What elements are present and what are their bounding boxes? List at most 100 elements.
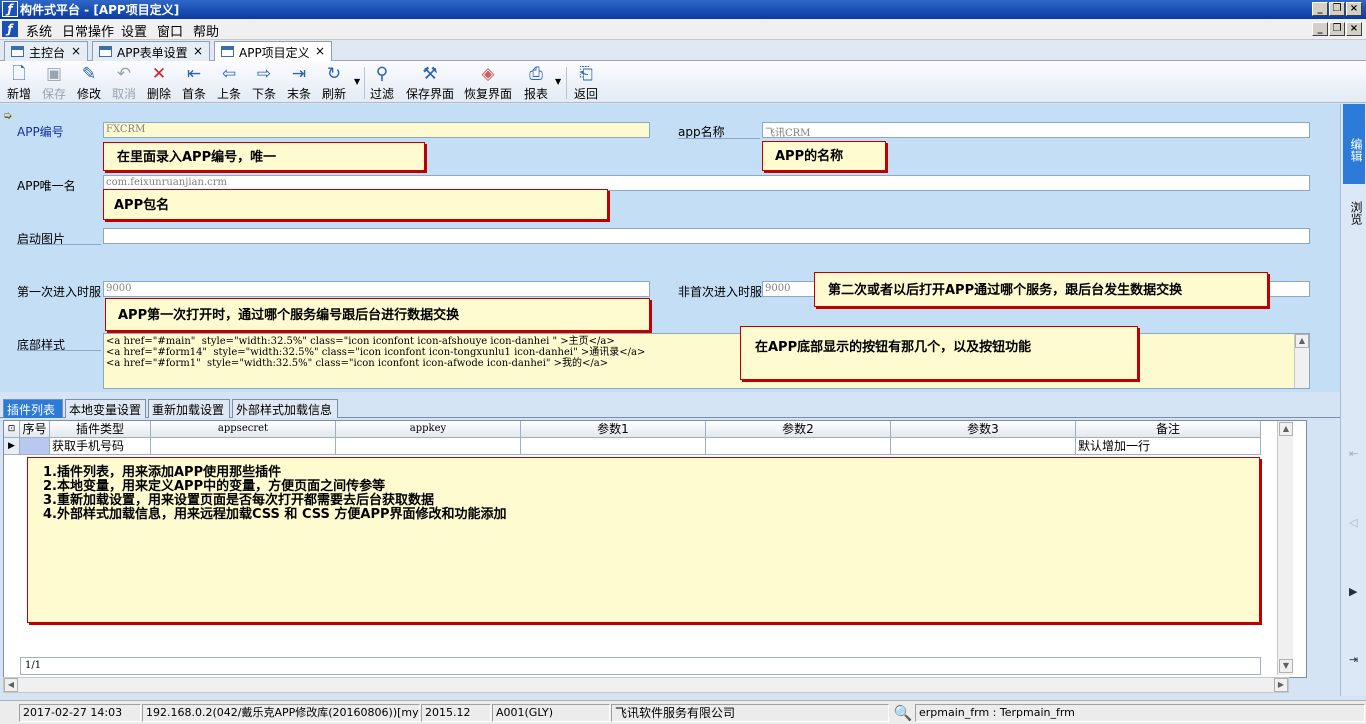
child-close-button[interactable]: × bbox=[1346, 22, 1362, 36]
refresh-icon: ↻ bbox=[326, 64, 342, 84]
scroll-left-icon[interactable]: ◀ bbox=[4, 678, 18, 692]
status-datetime: 2017-02-27 14:03 bbox=[19, 704, 141, 722]
textarea-scrollbar[interactable]: ▲ bbox=[1294, 334, 1309, 388]
first-page-icon[interactable]: ⇤ bbox=[1349, 447, 1358, 460]
status-form-name: erpmain_frm : Terpmain_frm bbox=[915, 704, 1365, 722]
save-layout-label: 保存界面 bbox=[406, 87, 455, 101]
tab-close-icon[interactable]: × bbox=[71, 44, 81, 58]
window-icon bbox=[221, 46, 234, 57]
edit-pencil-icon: ✎ bbox=[81, 64, 97, 84]
column-header[interactable]: appkey bbox=[336, 421, 521, 438]
magnifier-icon[interactable]: 🔍 bbox=[892, 704, 914, 723]
label-underline bbox=[17, 350, 101, 351]
toolbar: 🗋 新增 ▣ 保存 ✎ 修改 ↶ 取消 ✕ 删除 ⇤ 首条 ⇦ 上条 ⇨ 下条 ⇥ 末条 ↻ 刷新 … bbox=[0, 61, 1366, 103]
tab-reload-settings[interactable]: 重新加载设置 bbox=[148, 399, 230, 418]
callout-app-package: APP包名 bbox=[103, 189, 608, 220]
column-header[interactable]: appsecret bbox=[151, 421, 336, 438]
scroll-right-icon[interactable]: ▶ bbox=[1274, 678, 1288, 692]
label-underline bbox=[17, 244, 101, 245]
grid-cell[interactable]: 默认增加一行 bbox=[1076, 438, 1261, 455]
grid-cell[interactable]: 获取手机号码 bbox=[50, 438, 151, 455]
child-minimize-button[interactable]: _ bbox=[1312, 22, 1328, 36]
next-page-icon[interactable]: ▶ bbox=[1349, 585, 1357, 598]
callout-grid-tabs: 1.插件列表，用来添加APP使用那些插件 2.本地变量，用来定义APP中的变量，… bbox=[27, 457, 1260, 623]
column-header[interactable]: 参数1 bbox=[521, 421, 706, 438]
app-menu-icon[interactable]: ƒ bbox=[2, 21, 18, 37]
grid-pager: 1/1 bbox=[20, 657, 1261, 675]
tab-close-icon[interactable]: × bbox=[193, 44, 203, 58]
scroll-down-icon[interactable]: ▼ bbox=[1279, 659, 1293, 673]
status-server: 192.168.0.2(042/戴乐克APP修改库(20160806))[mye bbox=[142, 704, 420, 722]
close-button[interactable]: × bbox=[1346, 2, 1362, 16]
column-header[interactable]: 序号 bbox=[20, 421, 50, 438]
restore-layout-button[interactable]: ◈ 恢复界面 bbox=[464, 63, 512, 101]
filter-button[interactable]: ⚲ 过滤 bbox=[364, 63, 400, 101]
new-document-icon: 🗋 bbox=[12, 64, 26, 84]
last-arrow-icon: ⇥ bbox=[291, 64, 307, 84]
scroll-up-icon[interactable]: ▲ bbox=[1279, 422, 1293, 436]
menu-window[interactable]: 窗口 bbox=[157, 21, 183, 40]
app-code-field[interactable]: FXCRM bbox=[103, 122, 650, 138]
menu-daily-ops[interactable]: 日常操作 bbox=[62, 21, 114, 40]
callout-first-service: APP第一次打开时，通过哪个服务编号跟后台进行数据交换 bbox=[105, 298, 650, 331]
tab-app-project-definition[interactable]: APP项目定义 × bbox=[214, 41, 332, 62]
grid-vertical-scrollbar[interactable]: ▲ ▼ bbox=[1277, 421, 1293, 675]
menu-help[interactable]: 帮助 bbox=[193, 21, 219, 40]
title-bar: ƒ 构件式平台 - [APP项目定义] _ ❐ × bbox=[0, 0, 1366, 19]
left-arrow-icon: ⇦ bbox=[221, 64, 237, 84]
grid-cell[interactable] bbox=[891, 438, 1076, 455]
grid-corner-icon[interactable]: ⊡ bbox=[4, 421, 20, 438]
callout-line: 1.插件列表，用来添加APP使用那些插件 bbox=[43, 465, 282, 480]
column-header[interactable]: 插件类型 bbox=[50, 421, 151, 438]
child-restore-button[interactable]: ❐ bbox=[1329, 22, 1345, 36]
chevron-down-icon[interactable]: ▼ bbox=[555, 77, 561, 86]
menu-settings[interactable]: 设置 bbox=[121, 21, 147, 40]
tab-app-form-settings[interactable]: APP表单设置 × bbox=[92, 41, 210, 61]
prev-page-icon[interactable]: ◁ bbox=[1349, 516, 1357, 529]
grid-horizontal-scrollbar[interactable]: ◀ ▶ bbox=[3, 677, 1289, 693]
side-tab-browse[interactable]: 浏览 bbox=[1343, 188, 1365, 238]
grid-cell[interactable] bbox=[521, 438, 706, 455]
tab-local-variables[interactable]: 本地变量设置 bbox=[65, 399, 146, 418]
tab-close-icon[interactable]: × bbox=[315, 44, 325, 58]
save-layout-button[interactable]: ⚒ 保存界面 bbox=[406, 63, 454, 101]
grid-cell[interactable] bbox=[20, 438, 50, 455]
column-header[interactable]: 备注 bbox=[1076, 421, 1261, 438]
status-user: A001(GLY) bbox=[492, 704, 610, 722]
grid-cell[interactable] bbox=[336, 438, 521, 455]
back-button[interactable]: ⎗ 返回 bbox=[568, 63, 604, 101]
grid-cell[interactable] bbox=[706, 438, 891, 455]
menu-system[interactable]: 系统 bbox=[26, 21, 52, 40]
app-name-field[interactable]: 飞讯CRM bbox=[762, 122, 1310, 138]
last-page-icon[interactable]: ⇥ bbox=[1349, 653, 1358, 666]
first-service-label: 第一次进入时服 bbox=[17, 285, 102, 299]
side-tab-edit[interactable]: 编辑 bbox=[1343, 104, 1365, 184]
app-logo-icon: ƒ bbox=[2, 1, 18, 17]
filter-label: 过滤 bbox=[369, 87, 394, 101]
callout-bottom-style: 在APP底部显示的按钮有那几个，以及按钮功能 bbox=[740, 326, 1138, 380]
label-underline bbox=[678, 138, 760, 139]
window-icon bbox=[99, 46, 112, 57]
report-button[interactable]: ⎙ 报表 bbox=[518, 63, 554, 101]
printer-icon: ⎙ bbox=[529, 64, 543, 84]
window-title: 构件式平台 - [APP项目定义] bbox=[20, 3, 180, 17]
tab-external-styles[interactable]: 外部样式加载信息 bbox=[232, 399, 338, 418]
delete-x-icon: ✕ bbox=[151, 64, 167, 84]
callout-line: 4.外部样式加载信息，用来远程加载CSS 和 CSS 方便APP界面修改和功能添… bbox=[43, 507, 507, 522]
grid-cell[interactable] bbox=[151, 438, 336, 455]
first-service-field[interactable]: 9000 bbox=[103, 281, 650, 297]
exit-door-icon: ⎗ bbox=[579, 64, 593, 84]
callout-line: 3.重新加载设置，用来设置页面是否每次打开都需要去后台获取数据 bbox=[43, 493, 434, 508]
callout-line: 2.本地变量，用来定义APP中的变量，方便页面之间传参等 bbox=[43, 479, 386, 494]
wrench-icon: ⚒ bbox=[422, 64, 438, 84]
refresh-button[interactable]: ↻ 刷新 bbox=[316, 63, 352, 101]
tab-plugin-list[interactable]: 插件列表 bbox=[3, 399, 63, 418]
minimize-button[interactable]: _ bbox=[1312, 2, 1328, 16]
tab-main-console[interactable]: 主控台 × bbox=[4, 41, 88, 61]
splash-image-field[interactable] bbox=[103, 228, 1310, 244]
column-header[interactable]: 参数2 bbox=[706, 421, 891, 438]
scroll-up-icon[interactable]: ▲ bbox=[1295, 334, 1309, 348]
column-header[interactable]: 参数3 bbox=[891, 421, 1076, 438]
row-indicator-icon[interactable]: ▶ bbox=[4, 438, 20, 455]
maximize-button[interactable]: ❐ bbox=[1329, 2, 1345, 16]
